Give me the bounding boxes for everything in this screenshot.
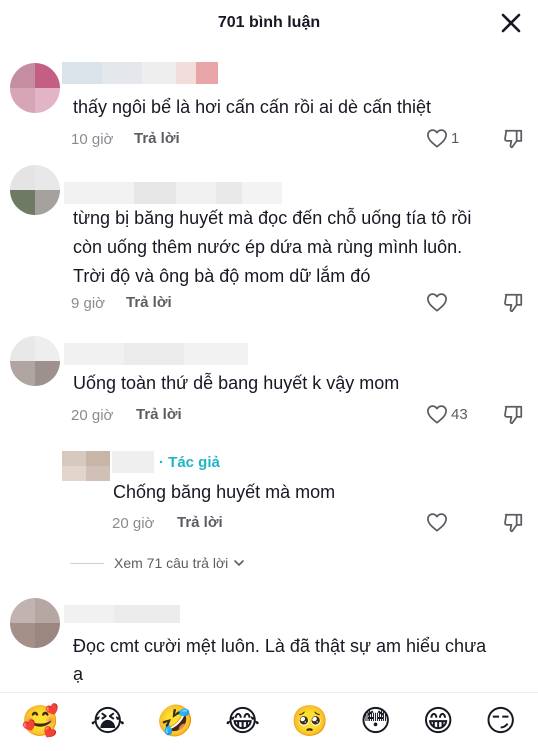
username-blurred[interactable] bbox=[64, 182, 282, 204]
comments-count-title: 701 bình luận bbox=[217, 14, 321, 31]
reply-button[interactable]: Trả lời bbox=[177, 514, 223, 531]
comment-text-line: còn uống thêm nước ép dứa mà rùng mình l… bbox=[73, 237, 463, 257]
rolling-on-floor-laughing-emoji[interactable]: 🤣 bbox=[157, 707, 194, 737]
avatar[interactable] bbox=[10, 63, 60, 113]
comment-time: 10 giờ bbox=[71, 131, 114, 148]
divider bbox=[70, 562, 104, 564]
loudly-crying-face-emoji[interactable]: 😭 bbox=[90, 707, 125, 737]
dislike-button[interactable] bbox=[502, 128, 524, 155]
comment-text-line: Trời độ và ông bà độ mom dữ lắm đó bbox=[73, 266, 371, 286]
like-button[interactable] bbox=[426, 512, 451, 532]
smiling-face-with-hearts-emoji[interactable]: 🥰 bbox=[22, 707, 59, 737]
reply-button[interactable]: Trả lời bbox=[126, 294, 172, 311]
view-more-label: Xem 71 câu trả lời bbox=[114, 555, 229, 571]
like-button[interactable] bbox=[426, 292, 451, 312]
thumbs-down-icon bbox=[504, 513, 523, 533]
comment-time: 20 giờ bbox=[71, 407, 114, 424]
comment-text-line: ạ bbox=[73, 664, 84, 684]
username-blurred[interactable] bbox=[64, 605, 180, 623]
reply-button[interactable]: Trả lời bbox=[136, 406, 182, 423]
comment-text-line: Đọc cmt cười mệt luôn. Là đã thật sự am … bbox=[73, 636, 487, 656]
heart-outline-icon bbox=[427, 293, 447, 312]
reply-text: Chống băng huyết mà mom bbox=[113, 482, 336, 502]
username-blurred[interactable] bbox=[64, 343, 248, 365]
comment-text: thấy ngôi bể là hơi cấn cấn rồi ai dè cấ… bbox=[73, 97, 432, 117]
thumbs-down-icon bbox=[504, 405, 523, 425]
heart-outline-icon bbox=[427, 405, 447, 424]
like-count: 1 bbox=[451, 129, 460, 147]
comment-text-line: từng bị băng huyết mà đọc đến chỗ uống t… bbox=[73, 208, 472, 228]
pleading-face-emoji[interactable]: 🥺 bbox=[291, 707, 328, 737]
avatar[interactable] bbox=[62, 451, 110, 481]
emoji-quick-bar: 🥰 😭 🤣 😂 🥺 😳 😁 😏 bbox=[0, 692, 538, 751]
close-button[interactable] bbox=[498, 10, 524, 36]
heart-outline-icon bbox=[427, 513, 447, 532]
beaming-face-emoji[interactable]: 😁 bbox=[423, 707, 454, 737]
face-with-tears-of-joy-emoji[interactable]: 😂 bbox=[225, 707, 260, 737]
view-more-replies[interactable]: Xem 71 câu trả lời bbox=[70, 555, 246, 571]
heart-outline-icon bbox=[427, 129, 447, 148]
comment-text: Uống toàn thứ dễ bang huyết k vậy mom bbox=[73, 373, 400, 393]
like-count: 43 bbox=[451, 405, 468, 423]
like-button[interactable]: 1 bbox=[426, 128, 459, 148]
comments-header: 701 bình luận bbox=[0, 0, 538, 48]
dislike-button[interactable] bbox=[502, 404, 524, 431]
flushed-face-emoji[interactable]: 😳 bbox=[360, 707, 391, 737]
close-icon bbox=[501, 13, 521, 33]
thumbs-down-icon bbox=[504, 293, 523, 313]
reply-time: 20 giờ bbox=[112, 515, 155, 532]
smirking-face-emoji[interactable]: 😏 bbox=[485, 707, 516, 737]
dislike-button[interactable] bbox=[502, 292, 524, 319]
chevron-down-icon bbox=[234, 560, 245, 567]
avatar[interactable] bbox=[10, 598, 60, 648]
author-badge: · Tác giả bbox=[159, 454, 220, 471]
comment-time: 9 giờ bbox=[71, 295, 106, 312]
username-blurred[interactable] bbox=[62, 62, 218, 84]
avatar[interactable] bbox=[10, 336, 60, 386]
thumbs-down-icon bbox=[504, 129, 523, 149]
reply-button[interactable]: Trả lời bbox=[134, 130, 180, 147]
dislike-button[interactable] bbox=[502, 512, 524, 539]
like-button[interactable]: 43 bbox=[426, 404, 468, 424]
avatar[interactable] bbox=[10, 165, 60, 215]
username-blurred[interactable] bbox=[112, 451, 154, 473]
